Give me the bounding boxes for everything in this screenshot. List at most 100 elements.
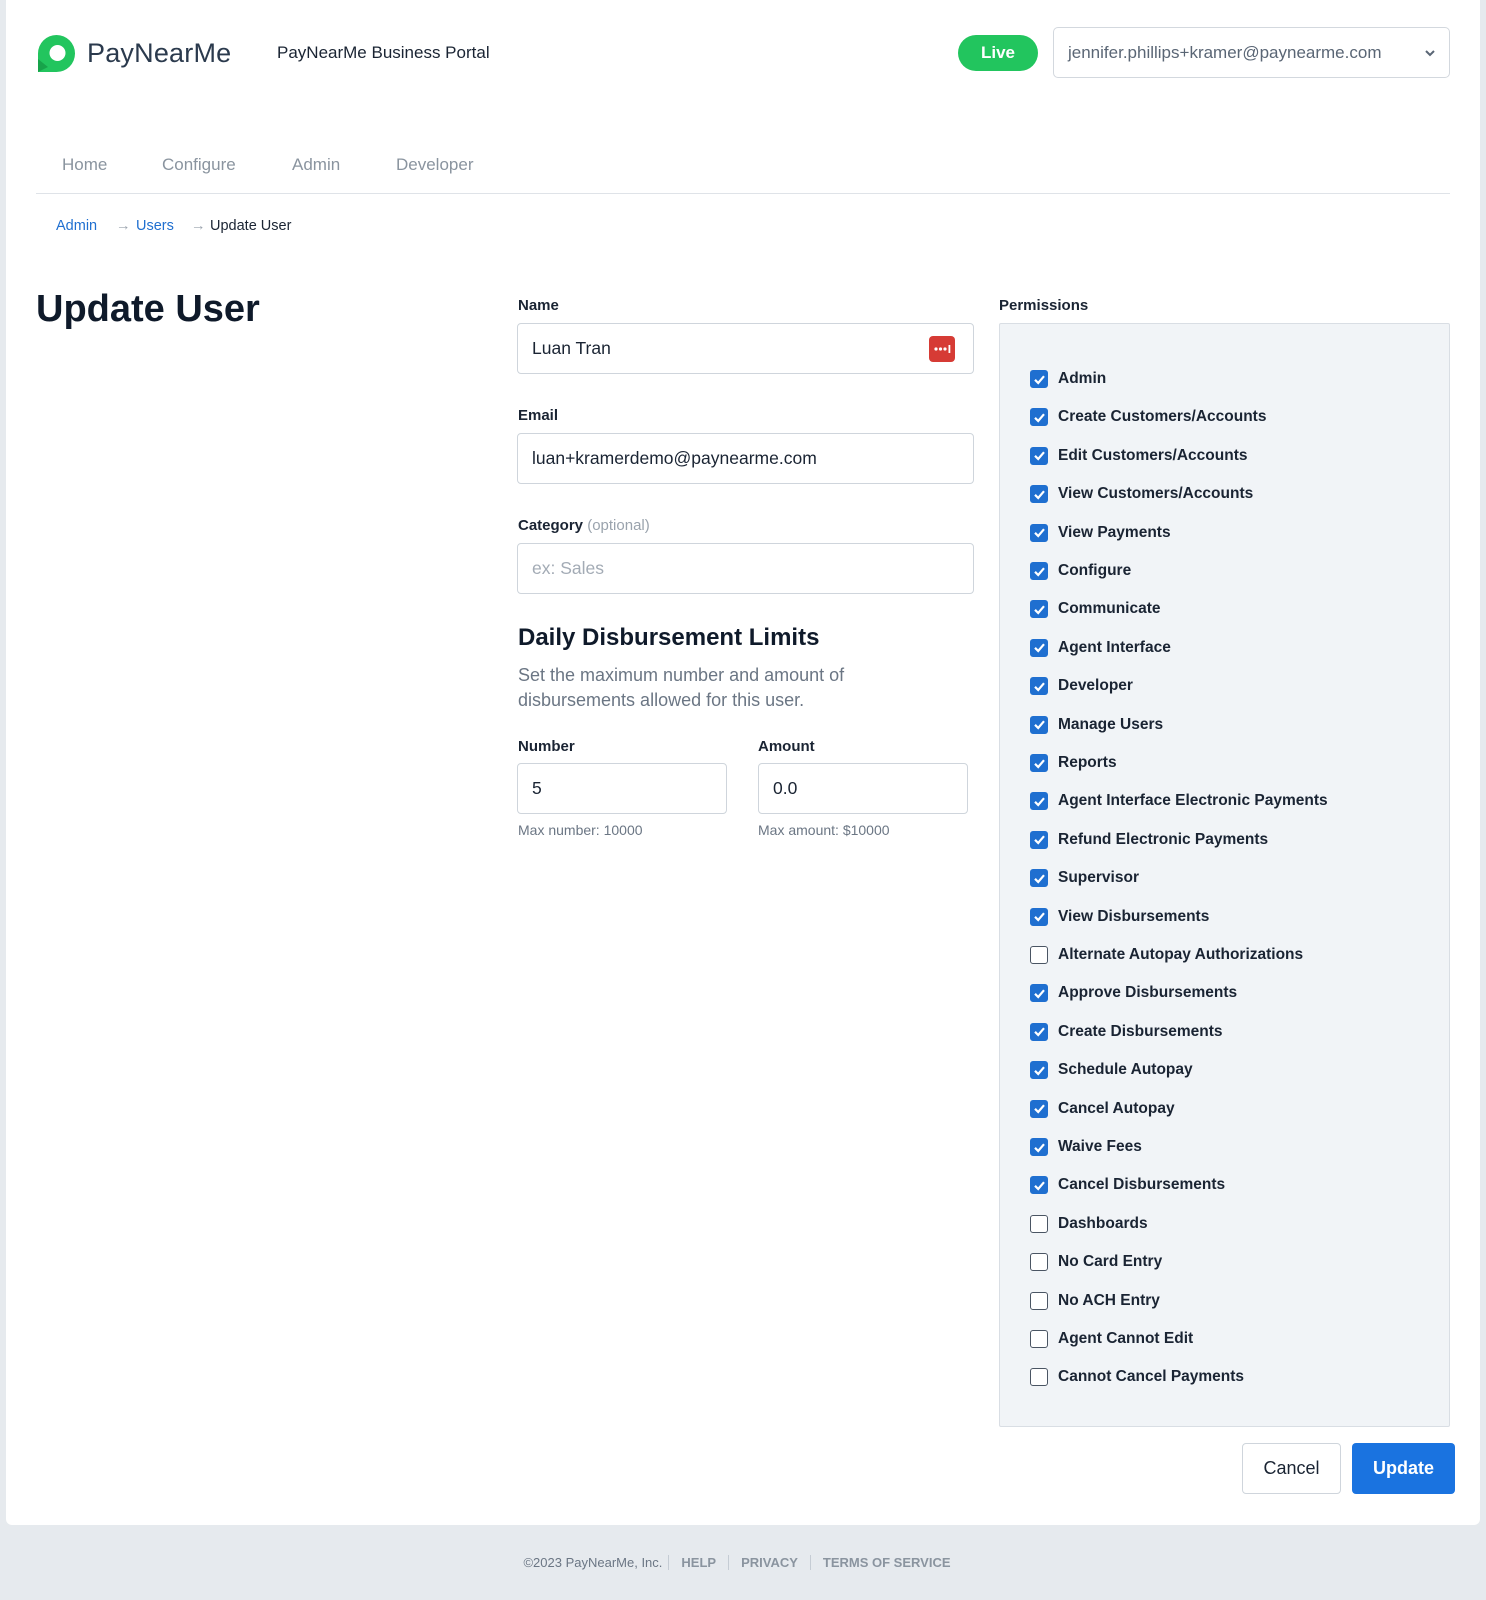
brand-logo[interactable]: PayNearMe: [36, 33, 231, 74]
permission-checkbox[interactable]: [1030, 1253, 1048, 1272]
permission-checkbox[interactable]: [1030, 1138, 1048, 1156]
category-input[interactable]: ex: Sales: [517, 543, 974, 594]
permission-row[interactable]: Communicate: [1030, 600, 1161, 619]
permission-row[interactable]: Cancel Autopay: [1030, 1099, 1175, 1118]
permission-checkbox[interactable]: [1030, 1291, 1048, 1310]
permission-row[interactable]: Configure: [1030, 562, 1131, 580]
nav-admin[interactable]: Admin: [292, 155, 340, 175]
permission-checkbox[interactable]: [1030, 1214, 1048, 1233]
category-placeholder: ex: Sales: [532, 558, 604, 578]
permission-row[interactable]: Agent Interface Electronic Payments: [1030, 792, 1328, 811]
permission-label: Alternate Autopay Authorizations: [1058, 946, 1304, 963]
checkmark-icon: [1033, 1066, 1045, 1076]
checkmark-icon: [1033, 758, 1045, 769]
permission-row[interactable]: Agent Interface: [1030, 638, 1171, 657]
permission-checkbox[interactable]: [1030, 600, 1048, 619]
permission-label: Configure: [1058, 562, 1132, 579]
permission-row[interactable]: View Payments: [1030, 523, 1171, 542]
brand-name: PayNearMe: [87, 38, 232, 68]
permission-checkbox[interactable]: [1030, 792, 1048, 811]
user-account-dropdown[interactable]: jennifer.phillips+kramer@paynearme.com: [1053, 27, 1450, 78]
password-manager-icon[interactable]: [929, 336, 955, 362]
permission-row[interactable]: Cancel Disbursements: [1030, 1176, 1225, 1195]
permission-row[interactable]: Refund Electronic Payments: [1030, 830, 1268, 849]
number-hint: Max number: 10000: [518, 822, 643, 838]
footer-terms-link[interactable]: TERMS OF SERVICE: [811, 1555, 963, 1570]
permission-checkbox[interactable]: [1030, 638, 1048, 657]
checkmark-icon: [1033, 835, 1045, 845]
update-button[interactable]: Update: [1352, 1443, 1455, 1494]
permission-checkbox[interactable]: [1030, 984, 1048, 1003]
permission-row[interactable]: No ACH Entry: [1030, 1291, 1160, 1310]
permission-row[interactable]: View Customers/Accounts: [1030, 485, 1253, 504]
permission-label: Schedule Autopay: [1058, 1061, 1193, 1079]
name-input[interactable]: Luan Tran: [517, 323, 974, 374]
permission-checkbox[interactable]: [1030, 1061, 1048, 1080]
environment-badge[interactable]: Live: [958, 35, 1038, 71]
permission-checkbox[interactable]: [1030, 562, 1048, 580]
permission-row[interactable]: View Disbursements: [1030, 907, 1209, 926]
amount-input[interactable]: 0.0: [758, 763, 968, 814]
permission-row[interactable]: Reports: [1030, 754, 1117, 772]
email-label: Email: [518, 407, 559, 424]
permission-label: Create Customers/Accounts: [1058, 408, 1267, 426]
permission-row[interactable]: Admin: [1030, 370, 1106, 388]
permission-label: Reports: [1058, 754, 1117, 771]
permission-checkbox[interactable]: [1030, 1176, 1048, 1195]
permission-row[interactable]: Schedule Autopay: [1030, 1061, 1193, 1080]
permission-label: Manage Users: [1058, 715, 1164, 733]
breadcrumb-admin[interactable]: Admin: [56, 218, 97, 234]
email-input[interactable]: luan+kramerdemo@paynearme.com: [517, 433, 974, 484]
nav-configure[interactable]: Configure: [162, 155, 236, 175]
optional-tag: (optional): [587, 517, 650, 534]
permission-row[interactable]: Developer: [1030, 677, 1133, 696]
permissions-label: Permissions: [999, 297, 1089, 314]
permission-row[interactable]: Dashboards: [1030, 1214, 1148, 1233]
permission-checkbox[interactable]: [1030, 946, 1048, 964]
permission-checkbox[interactable]: [1030, 869, 1048, 888]
nav-developer[interactable]: Developer: [396, 155, 474, 175]
permission-label: Agent Cannot Edit: [1058, 1330, 1194, 1347]
page-title: Update User: [36, 288, 260, 330]
permission-row[interactable]: Edit Customers/Accounts: [1030, 446, 1247, 465]
permission-row[interactable]: Approve Disbursements: [1030, 984, 1237, 1003]
permission-row[interactable]: No Card Entry: [1030, 1253, 1162, 1272]
nav-home[interactable]: Home: [62, 155, 107, 175]
permission-checkbox[interactable]: [1030, 907, 1048, 926]
permission-row[interactable]: Create Disbursements: [1030, 1022, 1223, 1041]
footer-privacy-link[interactable]: PRIVACY: [729, 1555, 811, 1570]
checkmark-icon: [1033, 989, 1045, 999]
permission-checkbox[interactable]: [1030, 446, 1048, 465]
permission-checkbox[interactable]: [1030, 485, 1048, 504]
number-input[interactable]: 5: [517, 763, 727, 814]
checkmark-icon: [1033, 374, 1045, 385]
cancel-button[interactable]: Cancel: [1242, 1443, 1341, 1494]
breadcrumb-users[interactable]: Users: [136, 218, 174, 234]
permission-row[interactable]: Manage Users: [1030, 715, 1164, 734]
permission-row[interactable]: Waive Fees: [1030, 1138, 1142, 1156]
permission-checkbox[interactable]: [1030, 1099, 1048, 1118]
permission-checkbox[interactable]: [1030, 1368, 1048, 1387]
permission-checkbox[interactable]: [1030, 830, 1048, 849]
permission-checkbox[interactable]: [1030, 1330, 1048, 1348]
amount-value: 0.0: [773, 778, 798, 798]
permission-row[interactable]: Create Customers/Accounts: [1030, 408, 1267, 427]
number-value: 5: [532, 778, 542, 798]
permission-checkbox[interactable]: [1030, 370, 1048, 388]
permission-checkbox[interactable]: [1030, 715, 1048, 734]
permission-checkbox[interactable]: [1030, 408, 1048, 427]
permission-row[interactable]: Alternate Autopay Authorizations: [1030, 946, 1303, 964]
category-label-text: Category: [518, 517, 584, 534]
permission-checkbox[interactable]: [1030, 677, 1048, 696]
permission-row[interactable]: Agent Cannot Edit: [1030, 1330, 1193, 1348]
chevron-down-icon: [1425, 50, 1435, 57]
permission-checkbox[interactable]: [1030, 1022, 1048, 1041]
permission-row[interactable]: Supervisor: [1030, 869, 1139, 888]
permission-checkbox[interactable]: [1030, 754, 1048, 772]
permission-label: Developer: [1058, 677, 1133, 695]
footer-help-link[interactable]: HELP: [669, 1555, 730, 1570]
category-label: Category (optional): [518, 517, 650, 534]
checkmark-icon: [1033, 1027, 1045, 1037]
permission-checkbox[interactable]: [1030, 523, 1048, 542]
permission-row[interactable]: Cannot Cancel Payments: [1030, 1368, 1244, 1387]
